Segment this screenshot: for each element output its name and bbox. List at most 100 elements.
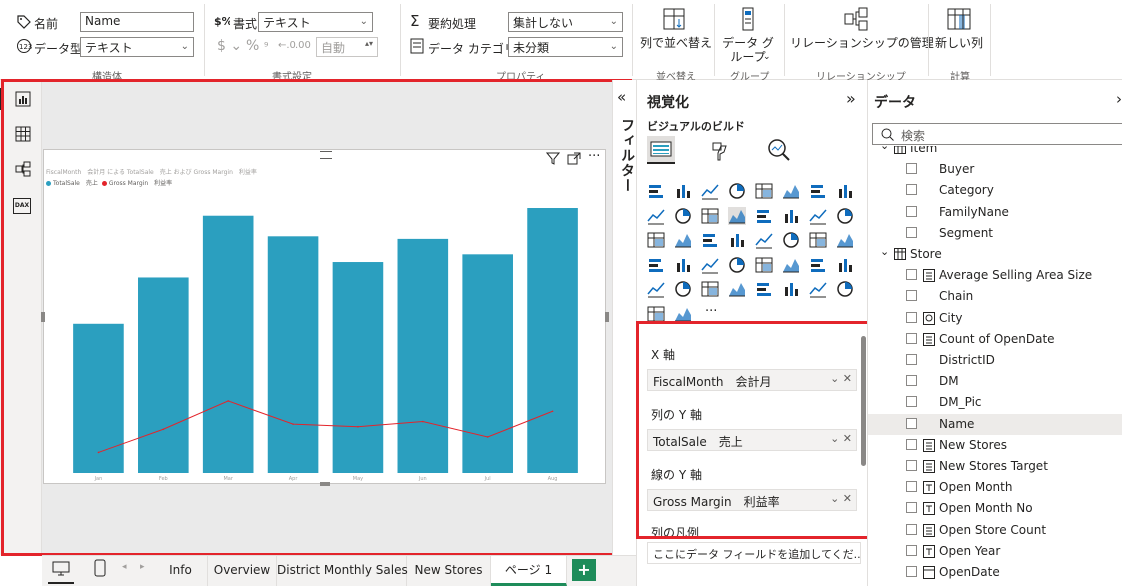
field-checkbox[interactable] — [906, 417, 917, 429]
filter-pane-label[interactable]: フィルター — [617, 118, 637, 193]
table-visual-icon[interactable] — [728, 256, 746, 274]
field-checkbox[interactable] — [906, 375, 917, 387]
decimal-places-input[interactable]: 自動 ▴▾ — [316, 37, 378, 57]
name-input[interactable]: Name — [80, 12, 194, 32]
pie-visual-icon[interactable] — [647, 231, 665, 249]
100-area-visual-icon[interactable] — [674, 207, 692, 225]
line-visual-icon[interactable] — [809, 182, 827, 200]
field-item[interactable]: DistrictID — [868, 350, 1122, 371]
field-checkbox[interactable] — [906, 396, 917, 408]
build-visual-tab[interactable] — [647, 136, 675, 164]
kpi-visual-icon[interactable] — [674, 256, 692, 274]
treemap-visual-icon[interactable] — [701, 231, 719, 249]
field-checkbox[interactable] — [906, 311, 917, 323]
field-checkbox[interactable] — [906, 544, 917, 556]
matrix-visual-icon[interactable] — [755, 256, 773, 274]
field-checkbox[interactable] — [906, 163, 917, 175]
next-page-icon[interactable]: ▸ — [140, 562, 145, 572]
table-store[interactable]: ⌄ Store — [868, 244, 1122, 265]
field-checkbox[interactable] — [906, 184, 917, 196]
scatter-visual-icon[interactable] — [836, 207, 854, 225]
slicer-visual-icon[interactable] — [701, 256, 719, 274]
analytics-icon[interactable] — [767, 138, 791, 162]
field-checkbox[interactable] — [906, 460, 917, 471]
percent-icon[interactable]: % — [246, 38, 259, 54]
collapse-data-icon[interactable]: › — [1116, 90, 1122, 108]
field-item[interactable]: New Stores Target — [868, 456, 1122, 477]
line-column-visual-icon[interactable] — [701, 207, 719, 225]
field-checkbox[interactable] — [906, 481, 917, 493]
summarize-select[interactable]: 集計しない ⌄ — [508, 12, 623, 32]
waterfall-visual-icon[interactable] — [782, 207, 800, 225]
field-item[interactable]: DM — [868, 371, 1122, 392]
decomposition-tree-visual-icon[interactable] — [647, 280, 665, 298]
field-checkbox[interactable] — [906, 332, 917, 344]
stacked-area-visual-icon[interactable] — [647, 207, 665, 225]
python-visual-visual-icon[interactable] — [809, 256, 827, 274]
field-item[interactable]: DM_Pic — [868, 392, 1122, 413]
datatype-select[interactable]: テキスト ⌄ — [80, 37, 194, 57]
page-tab[interactable]: Info — [154, 556, 208, 586]
page-tab[interactable]: ページ 1 — [491, 556, 567, 586]
qa-visual-icon[interactable] — [674, 280, 692, 298]
field-checkbox[interactable] — [906, 269, 917, 281]
shape-map-visual-icon[interactable] — [647, 305, 665, 323]
card-visual-icon[interactable] — [836, 231, 854, 249]
format-select[interactable]: テキスト ⌄ — [258, 12, 373, 32]
add-page-button[interactable]: + — [572, 559, 596, 581]
field-item[interactable]: Name — [868, 413, 1122, 435]
filled-map-visual-icon[interactable] — [755, 231, 773, 249]
page-tab[interactable]: New Stores — [407, 556, 491, 586]
field-item[interactable]: Open Month No — [868, 498, 1122, 519]
field-checkbox[interactable] — [906, 438, 917, 450]
gauge-visual-icon[interactable] — [809, 231, 827, 249]
more-visuals-icon[interactable]: ··· — [705, 304, 717, 319]
decrease-decimal-icon[interactable]: .00 — [295, 40, 311, 51]
field-checkbox[interactable] — [906, 205, 917, 217]
collapse-viz-icon[interactable]: » — [846, 89, 856, 108]
azure-map-visual-icon[interactable] — [782, 231, 800, 249]
desktop-layout-icon[interactable] — [52, 561, 70, 577]
field-checkbox[interactable] — [906, 290, 917, 302]
r-visual-visual-icon[interactable] — [782, 256, 800, 274]
field-item[interactable]: City — [868, 308, 1122, 329]
currency-icon[interactable]: $ ⌄ — [217, 38, 242, 54]
clustered-column-visual-icon[interactable] — [728, 182, 746, 200]
field-item[interactable]: Category — [868, 180, 1122, 201]
chevron-down-icon[interactable]: ⌄ — [880, 146, 889, 152]
field-item[interactable]: Count of OpenDate — [868, 329, 1122, 350]
metrics-visual-icon[interactable] — [782, 280, 800, 298]
100-column-visual-icon[interactable] — [782, 182, 800, 200]
field-item[interactable]: Average Selling Area Size — [868, 265, 1122, 286]
goals-visual-icon[interactable] — [755, 280, 773, 298]
100-bar-visual-icon[interactable] — [755, 182, 773, 200]
page-tab[interactable]: Overview — [208, 556, 277, 586]
mobile-layout-icon[interactable] — [94, 559, 106, 577]
donut-visual-icon[interactable] — [674, 231, 692, 249]
power-automate-visual-icon[interactable] — [836, 280, 854, 298]
category-select[interactable]: 未分類 ⌄ — [508, 37, 623, 57]
paginated-visual-icon[interactable] — [728, 280, 746, 298]
field-item[interactable]: Chain — [868, 286, 1122, 307]
multi-row-card-visual-icon[interactable] — [647, 256, 665, 274]
arcgis-visual-icon[interactable] — [674, 305, 692, 323]
field-checkbox[interactable] — [906, 354, 917, 365]
format-visual-icon[interactable] — [709, 140, 731, 162]
thousands-icon[interactable]: ⁹ — [264, 40, 268, 53]
field-item[interactable]: Segment — [868, 223, 1122, 244]
clustered-bar-visual-icon[interactable] — [701, 182, 719, 200]
sort-by-column-button[interactable]: 列で並べ替え — [640, 6, 712, 51]
field-checkbox[interactable] — [906, 226, 917, 238]
field-checkbox[interactable] — [906, 566, 917, 577]
field-item[interactable]: Buyer — [868, 159, 1122, 180]
page-tab[interactable]: District Monthly Sales — [277, 556, 408, 586]
filter-pane-collapsed[interactable]: « フィルター — [612, 80, 636, 555]
add-field-dropzone[interactable]: ここにデータ フィールドを追加してくだ... — [647, 542, 861, 564]
key-influencers-visual-icon[interactable] — [836, 256, 854, 274]
funnel-visual-icon[interactable] — [809, 207, 827, 225]
field-item[interactable]: Open Month — [868, 477, 1122, 498]
stacked-column-visual-icon[interactable] — [674, 182, 692, 200]
map-visual-icon[interactable] — [728, 231, 746, 249]
field-checkbox[interactable] — [906, 523, 917, 535]
line-clustered-column-visual-icon[interactable] — [728, 206, 746, 225]
